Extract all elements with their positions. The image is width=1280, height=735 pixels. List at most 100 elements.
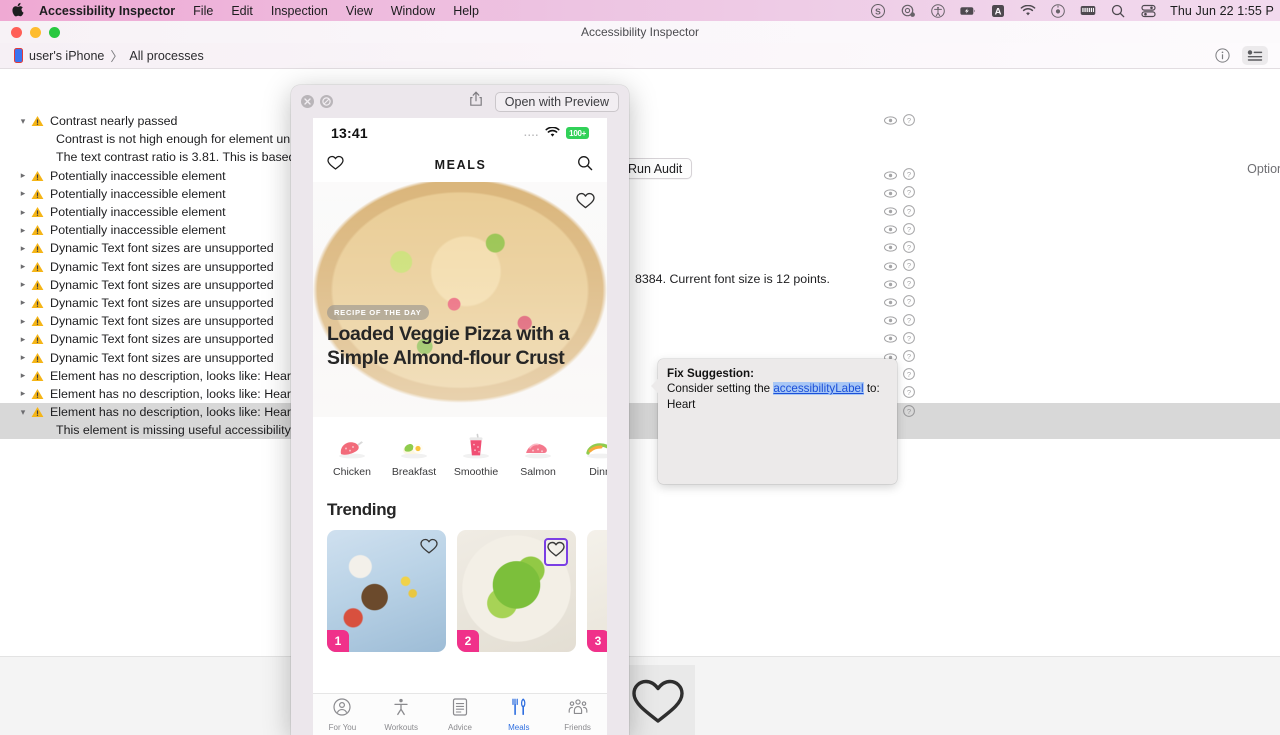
keyboard-icon[interactable] bbox=[1080, 3, 1096, 18]
tab-for-you[interactable]: For You bbox=[313, 697, 372, 732]
disclosure-triangle-icon[interactable]: ▾ bbox=[18, 116, 28, 127]
apple-logo-icon[interactable] bbox=[12, 2, 25, 19]
disclosure-triangle-icon[interactable]: ▸ bbox=[18, 279, 28, 290]
disclosure-triangle-icon[interactable]: ▸ bbox=[18, 388, 28, 399]
disclosure-triangle-icon[interactable]: ▸ bbox=[18, 225, 28, 236]
tab-advice[interactable]: Advice bbox=[431, 697, 490, 732]
disclosure-triangle-icon[interactable]: ▸ bbox=[18, 370, 28, 381]
menu-item-inspection[interactable]: Inspection bbox=[271, 4, 328, 18]
question-circle-icon[interactable]: ? bbox=[903, 404, 915, 420]
heart-icon[interactable] bbox=[544, 538, 568, 566]
menu-item-app-name[interactable]: Accessibility Inspector bbox=[39, 4, 175, 18]
disclosure-triangle-icon[interactable]: ▸ bbox=[18, 352, 28, 363]
breadcrumb-scope[interactable]: All processes bbox=[129, 49, 203, 63]
close-icon[interactable] bbox=[301, 95, 314, 108]
screenshot-icon[interactable] bbox=[900, 3, 916, 18]
audit-row-potentially-inaccessible[interactable]: ▸ Potentially inaccessible element ? bbox=[0, 185, 1280, 203]
question-circle-icon[interactable]: ? bbox=[903, 113, 915, 129]
share-icon[interactable] bbox=[469, 91, 483, 112]
eye-icon[interactable] bbox=[884, 241, 897, 255]
search-icon[interactable] bbox=[577, 155, 593, 176]
category-breakfast[interactable]: Breakfast bbox=[383, 431, 445, 478]
audit-row-potentially-inaccessible[interactable]: ▸ Potentially inaccessible element ? bbox=[0, 167, 1280, 185]
eye-icon[interactable] bbox=[884, 169, 897, 183]
eye-icon[interactable] bbox=[884, 114, 897, 128]
category-dinner[interactable]: Dinn bbox=[569, 431, 607, 478]
question-circle-icon[interactable]: ? bbox=[903, 350, 915, 365]
disclosure-triangle-icon[interactable]: ▸ bbox=[18, 207, 28, 218]
menu-bar-clock[interactable]: Thu Jun 22 1:55 P bbox=[1170, 4, 1274, 18]
question-circle-icon[interactable]: ? bbox=[903, 204, 915, 220]
question-circle-icon[interactable]: ? bbox=[903, 313, 915, 329]
question-circle-icon[interactable]: ? bbox=[903, 277, 915, 292]
menu-item-edit[interactable]: Edit bbox=[231, 4, 253, 18]
accessibility-icon[interactable] bbox=[930, 3, 946, 18]
disclosure-triangle-icon[interactable]: ▾ bbox=[18, 407, 28, 418]
eye-icon[interactable] bbox=[884, 296, 897, 310]
accessibility-label-link[interactable]: accessibilityLabel bbox=[773, 382, 864, 396]
skype-icon[interactable]: S bbox=[870, 3, 886, 18]
question-circle-icon[interactable]: ? bbox=[903, 368, 915, 383]
question-circle-icon[interactable]: ? bbox=[903, 331, 915, 347]
wifi-icon[interactable] bbox=[1020, 3, 1036, 18]
no-entry-icon[interactable] bbox=[320, 95, 333, 108]
menu-item-file[interactable]: File bbox=[193, 4, 213, 18]
tab-workouts[interactable]: Workouts bbox=[372, 698, 431, 732]
detail-list-icon[interactable] bbox=[1242, 46, 1268, 65]
clock-dot-icon[interactable] bbox=[1050, 3, 1066, 18]
menu-item-help[interactable]: Help bbox=[453, 4, 479, 18]
spotlight-search-icon[interactable] bbox=[1110, 3, 1126, 18]
audit-row-contrast[interactable]: ▾ Contrast nearly passed ? bbox=[0, 112, 1280, 130]
heart-icon[interactable] bbox=[420, 538, 438, 560]
trending-card[interactable]: 3 bbox=[587, 530, 607, 652]
category-chicken[interactable]: Chicken bbox=[321, 431, 383, 478]
disclosure-triangle-icon[interactable]: ▸ bbox=[18, 243, 28, 254]
control-center-icon[interactable] bbox=[1140, 3, 1156, 18]
open-with-preview-button[interactable]: Open with Preview bbox=[494, 91, 619, 112]
audit-row-dynamic-text[interactable]: ▸ Dynamic Text font sizes are unsupporte… bbox=[0, 294, 1280, 312]
disclosure-triangle-icon[interactable]: ▸ bbox=[18, 316, 28, 327]
audit-row-dynamic-text[interactable]: ▸ Dynamic Text font sizes are unsupporte… bbox=[0, 312, 1280, 330]
breadcrumb-device[interactable]: user's iPhone bbox=[29, 49, 104, 63]
category-salmon[interactable]: Salmon bbox=[507, 431, 569, 478]
audit-row-no-description[interactable]: ▸ Element has no description, looks like… bbox=[0, 367, 1280, 385]
recipe-of-the-day-hero[interactable]: RECIPE OF THE DAY Loaded Veggie Pizza wi… bbox=[313, 182, 607, 417]
tab-friends[interactable]: Friends bbox=[548, 698, 607, 732]
audit-row-no-description[interactable]: ▸ Element has no description, looks like… bbox=[0, 385, 1280, 403]
audit-row-no-description-selected[interactable]: ▾ Element has no description, looks like… bbox=[0, 403, 1280, 422]
input-source-icon[interactable]: A bbox=[990, 3, 1006, 18]
question-circle-icon[interactable]: ? bbox=[903, 386, 915, 401]
category-smoothie[interactable]: Smoothie bbox=[445, 431, 507, 478]
breadcrumb[interactable]: user's iPhone 〉 All processes bbox=[14, 46, 204, 65]
disclosure-triangle-icon[interactable]: ▸ bbox=[18, 188, 28, 199]
question-circle-icon[interactable]: ? bbox=[903, 241, 915, 256]
question-circle-icon[interactable]: ? bbox=[903, 295, 915, 310]
eye-icon[interactable] bbox=[884, 205, 897, 219]
eye-icon[interactable] bbox=[884, 314, 897, 328]
eye-icon[interactable] bbox=[884, 187, 897, 201]
disclosure-triangle-icon[interactable]: ▸ bbox=[18, 334, 28, 345]
audit-row-potentially-inaccessible[interactable]: ▸ Potentially inaccessible element ? bbox=[0, 221, 1280, 239]
audit-row-dynamic-text[interactable]: ▸ Dynamic Text font sizes are unsupporte… bbox=[0, 330, 1280, 348]
tab-meals[interactable]: Meals bbox=[489, 698, 548, 732]
question-circle-icon[interactable]: ? bbox=[903, 168, 915, 183]
eye-icon[interactable] bbox=[884, 223, 897, 237]
disclosure-triangle-icon[interactable]: ▸ bbox=[18, 170, 28, 181]
question-circle-icon[interactable]: ? bbox=[903, 222, 915, 238]
eye-icon[interactable] bbox=[884, 332, 897, 346]
disclosure-triangle-icon[interactable]: ▸ bbox=[18, 261, 28, 272]
audit-row-dynamic-text[interactable]: ▸ Dynamic Text font sizes are unsupporte… bbox=[0, 258, 1280, 276]
menu-item-view[interactable]: View bbox=[346, 4, 373, 18]
disclosure-triangle-icon[interactable]: ▸ bbox=[18, 297, 28, 308]
info-circle-icon[interactable] bbox=[1215, 48, 1230, 63]
audit-row-potentially-inaccessible[interactable]: ▸ Potentially inaccessible element ? bbox=[0, 203, 1280, 221]
trending-card-selected[interactable]: 2 bbox=[457, 530, 576, 652]
heart-icon[interactable] bbox=[576, 192, 595, 215]
question-circle-icon[interactable]: ? bbox=[903, 259, 915, 274]
eye-icon[interactable] bbox=[884, 278, 897, 292]
heart-icon[interactable] bbox=[327, 155, 344, 176]
question-circle-icon[interactable]: ? bbox=[903, 186, 915, 201]
audit-row-dynamic-text[interactable]: ▸ Dynamic Text font sizes are unsupporte… bbox=[0, 348, 1280, 366]
trending-card[interactable]: 1 bbox=[327, 530, 446, 652]
audit-row-dynamic-text[interactable]: ▸ Dynamic Text font sizes are unsupporte… bbox=[0, 239, 1280, 257]
